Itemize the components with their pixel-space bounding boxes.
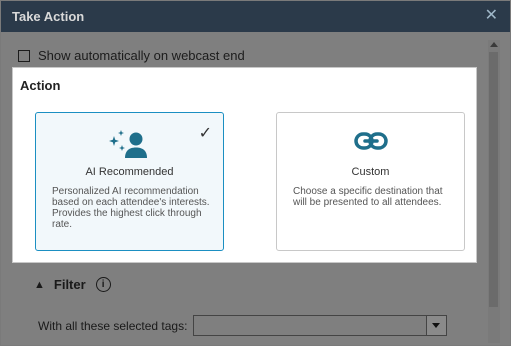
custom-description: Choose a specific destination that will … (293, 186, 443, 208)
close-icon[interactable]: ✕ (485, 7, 498, 25)
take-action-dialog: Take Action ✕ Show automatically on webc… (0, 0, 511, 346)
ai-recommended-card[interactable]: ✓ AI Recommended Personalized AI recomme… (35, 112, 224, 251)
filter-header[interactable]: ▲ Filter i (34, 277, 111, 292)
scrollbar-thumb[interactable] (489, 52, 498, 307)
action-heading: Action (20, 78, 61, 93)
filter-heading: Filter (53, 277, 86, 292)
chevron-down-icon[interactable] (426, 316, 447, 335)
action-panel: Action ✓ AI Recommended Personalized AI … (12, 67, 477, 263)
link-icon (277, 129, 464, 158)
scrollbar[interactable] (488, 40, 500, 343)
scroll-up-arrow-icon[interactable] (490, 42, 498, 47)
show-automatically-option[interactable]: Show automatically on webcast end (18, 48, 245, 63)
tags-select[interactable] (193, 315, 448, 336)
custom-title: Custom (351, 166, 390, 178)
dialog-titlebar: Take Action ✕ (1, 1, 510, 32)
custom-card[interactable]: Custom Choose a specific destination tha… (276, 112, 465, 251)
ai-person-sparkle-icon (36, 129, 223, 164)
tags-label: With all these selected tags: (38, 318, 188, 333)
tags-filter-row: With all these selected tags: (38, 315, 448, 336)
show-automatically-checkbox[interactable] (18, 49, 30, 62)
ai-recommended-title: AI Recommended (85, 166, 174, 178)
info-icon[interactable]: i (95, 277, 111, 292)
chevron-up-icon[interactable]: ▲ (34, 279, 45, 291)
show-automatically-label: Show automatically on webcast end (38, 48, 245, 63)
ai-recommended-description: Personalized AI recommendation based on … (52, 186, 210, 230)
dialog-title: Take Action (12, 9, 85, 24)
